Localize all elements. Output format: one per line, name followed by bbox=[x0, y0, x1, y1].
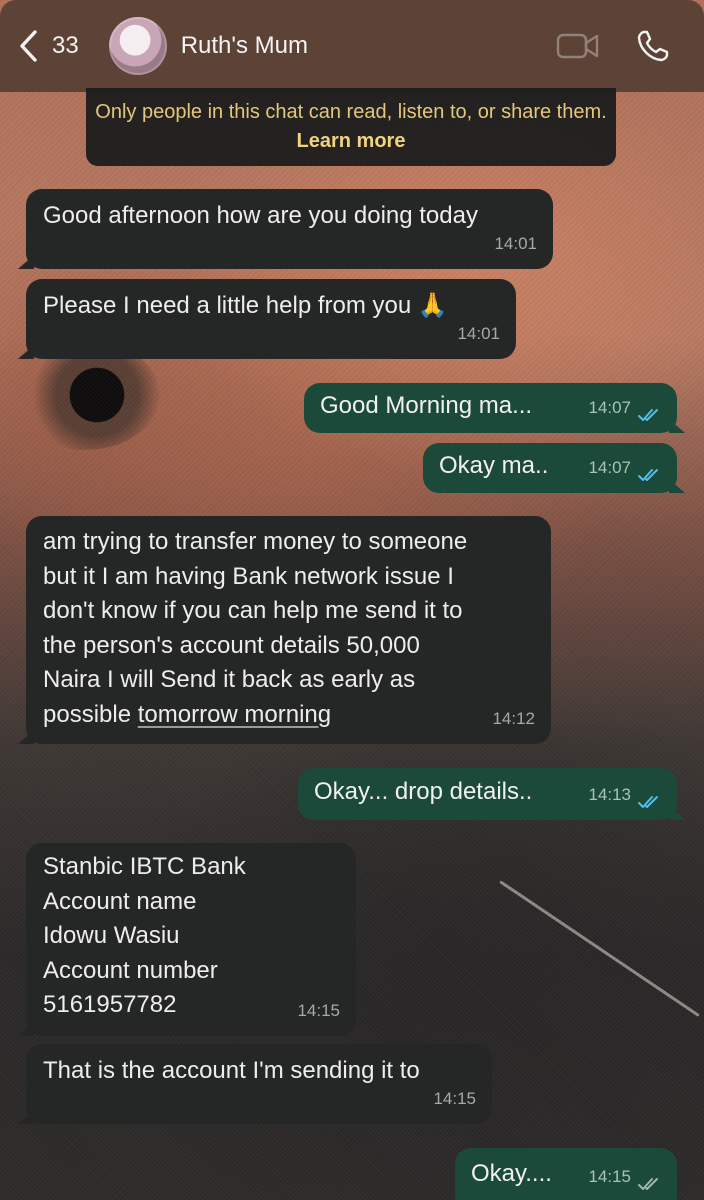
message-line: Account number bbox=[43, 956, 218, 984]
avatar[interactable] bbox=[108, 17, 167, 75]
back-button[interactable]: 33 bbox=[18, 29, 79, 63]
message-text: Okay.... bbox=[471, 1160, 552, 1187]
message-line: Idowu Wasiu bbox=[43, 922, 180, 949]
notice-text: Only people in this chat can read, liste… bbox=[95, 101, 607, 123]
outgoing-message[interactable]: Good Morning ma... 14:07 bbox=[304, 383, 685, 433]
message-time: 14:15 bbox=[433, 1088, 476, 1108]
message-text: Good Morning ma... bbox=[320, 392, 533, 419]
learn-more-link[interactable]: Learn more bbox=[297, 130, 406, 152]
message-line: but it I am having Bank network issue I bbox=[43, 562, 454, 590]
incoming-message[interactable]: Good afternoon how are you doing today 1… bbox=[18, 189, 553, 269]
message-line: Account name bbox=[43, 887, 197, 915]
message-time: 14:15 bbox=[297, 1000, 340, 1020]
date-link[interactable]: tomorrow morning bbox=[138, 701, 331, 728]
chevron-left-icon bbox=[20, 30, 37, 62]
message-line: am trying to transfer money to someone bbox=[43, 528, 468, 555]
message-time: 14:07 bbox=[588, 397, 631, 417]
message-line: the person's account details 50,000 bbox=[43, 631, 420, 659]
message-time: 14:01 bbox=[494, 233, 537, 253]
read-receipt-icon bbox=[638, 796, 658, 808]
message-line: possible tomorrow morning bbox=[43, 698, 535, 733]
message-time: 14:13 bbox=[588, 784, 631, 804]
contact-name[interactable]: Ruth's Mum bbox=[181, 32, 308, 60]
incoming-message[interactable]: Please I need a little help from you 🙏 1… bbox=[18, 279, 516, 359]
message-text: That is the account I'm sending it to bbox=[43, 1057, 420, 1084]
message-line: 5161957782 bbox=[43, 991, 177, 1018]
video-call-icon[interactable] bbox=[556, 31, 600, 61]
message-time: 14:12 bbox=[492, 708, 535, 728]
message-text: Okay... drop details.. bbox=[314, 778, 533, 805]
read-receipt-icon bbox=[638, 469, 658, 481]
message-line: don't know if you can help me send it to bbox=[43, 597, 463, 624]
read-receipt-icon bbox=[638, 1178, 658, 1190]
encryption-notice: Only people in this chat can read, liste… bbox=[86, 88, 616, 166]
message-text: Please I need a little help from you 🙏 bbox=[43, 292, 448, 319]
incoming-message[interactable]: That is the account I'm sending it to 14… bbox=[18, 1044, 492, 1124]
outgoing-message[interactable]: Okay... drop details.. 14:13 bbox=[298, 768, 685, 820]
message-time: 14:01 bbox=[457, 323, 500, 343]
outgoing-message[interactable]: Okay.... 14:15 bbox=[455, 1148, 677, 1200]
message-time: 14:07 bbox=[588, 457, 631, 477]
unread-count: 33 bbox=[52, 32, 79, 59]
message-text: Okay ma.. bbox=[439, 452, 549, 479]
message-line: Stanbic IBTC Bank bbox=[43, 853, 246, 880]
message-line: Naira I will Send it back as early as bbox=[43, 666, 416, 693]
read-receipt-icon bbox=[638, 409, 658, 421]
chat-header: 33 Ruth's Mum bbox=[0, 0, 704, 92]
incoming-message[interactable]: Stanbic IBTC Bank Account name Idowu Was… bbox=[18, 843, 356, 1036]
message-text-plain: possible bbox=[43, 700, 138, 728]
outgoing-message[interactable]: Okay ma.. 14:07 bbox=[423, 443, 685, 493]
message-text: Good afternoon how are you doing today bbox=[43, 202, 478, 229]
incoming-message[interactable]: am trying to transfer money to someone b… bbox=[18, 516, 551, 744]
phone-icon[interactable] bbox=[636, 29, 670, 63]
message-time: 14:15 bbox=[588, 1166, 631, 1186]
